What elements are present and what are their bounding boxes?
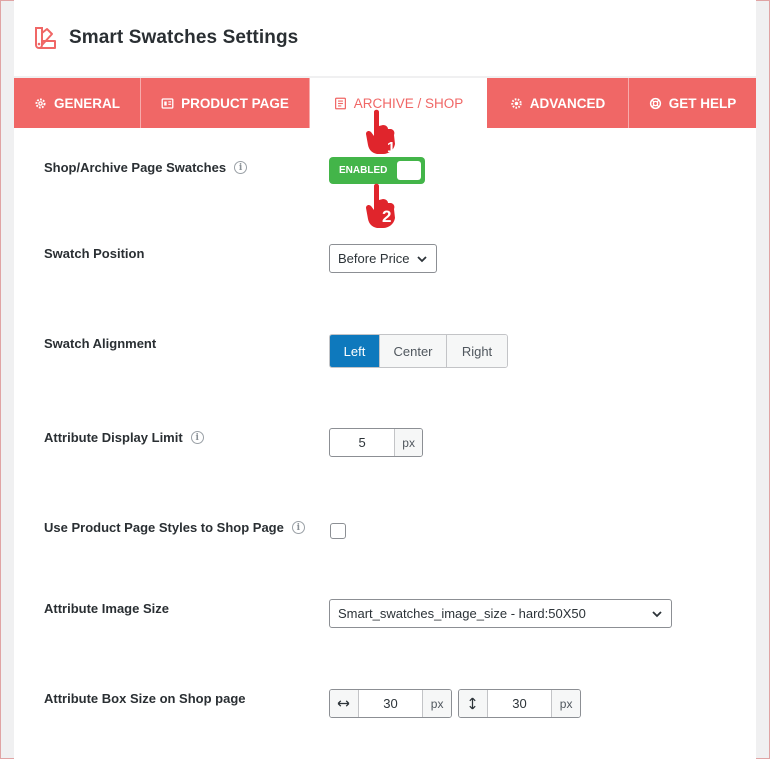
tab-get-help[interactable]: GET HELP xyxy=(629,78,756,128)
align-left-button[interactable]: Left xyxy=(330,335,380,367)
swatch-position-label: Swatch Position xyxy=(44,246,145,261)
swatch-alignment-label: Swatch Alignment xyxy=(44,336,157,351)
step-number-1: 1 xyxy=(387,139,395,156)
box-size-label: Attribute Box Size on Shop page xyxy=(44,691,246,706)
lifebuoy-icon xyxy=(649,97,661,109)
image-size-label: Attribute Image Size xyxy=(44,601,169,616)
box-width-field: 30 px xyxy=(329,689,452,718)
display-limit-input[interactable]: 5 xyxy=(330,429,394,456)
height-arrows-icon xyxy=(459,690,488,717)
toggle-knob xyxy=(397,161,421,180)
chevron-down-icon xyxy=(652,610,662,617)
display-limit-label: Attribute Display Limit i xyxy=(44,430,204,445)
swatch-palette-icon xyxy=(33,25,59,51)
tab-advanced[interactable]: ADVANCED xyxy=(487,78,629,128)
box-height-input[interactable]: 30 xyxy=(488,690,551,717)
use-product-styles-checkbox[interactable] xyxy=(330,523,346,539)
tab-label: GENERAL xyxy=(53,95,120,111)
step-number-2: 2 xyxy=(382,207,391,226)
unit-label: px xyxy=(551,690,580,717)
unit-label: px xyxy=(394,429,422,456)
align-right-button[interactable]: Right xyxy=(447,335,507,367)
align-center-button[interactable]: Center xyxy=(380,335,447,367)
shop-swatches-toggle[interactable]: ENABLED xyxy=(329,157,425,184)
shop-swatches-label: Shop/Archive Page Swatches i xyxy=(44,160,248,175)
width-arrows-icon xyxy=(330,690,359,717)
product-page-icon xyxy=(161,97,174,109)
pointer-hand-icon: 2 xyxy=(366,183,395,228)
tab-general[interactable]: GENERAL xyxy=(14,78,141,128)
info-icon[interactable]: i xyxy=(234,161,248,174)
swatch-position-select[interactable]: Before Price xyxy=(329,244,437,273)
info-icon[interactable]: i xyxy=(291,521,305,534)
box-height-field: 30 px xyxy=(458,689,581,718)
tab-label: PRODUCT PAGE xyxy=(181,95,289,111)
swatch-alignment-group: Left Center Right xyxy=(329,334,508,368)
info-icon[interactable]: i xyxy=(190,431,204,444)
image-size-select[interactable]: Smart_swatches_image_size - hard:50X50 xyxy=(329,599,672,628)
gears-icon xyxy=(511,97,522,109)
tab-product-page[interactable]: PRODUCT PAGE xyxy=(141,78,310,128)
tab-label: ADVANCED xyxy=(529,95,606,111)
pointer-hand-icon: 1 xyxy=(366,109,395,156)
unit-label: px xyxy=(422,690,451,717)
gear-icon xyxy=(35,97,46,109)
archive-icon xyxy=(334,97,346,109)
box-width-input[interactable]: 30 xyxy=(359,690,422,717)
page-header: Smart Swatches Settings xyxy=(14,0,756,76)
display-limit-field: 5 px xyxy=(329,428,423,457)
tab-label: GET HELP xyxy=(668,95,737,111)
use-product-styles-label: Use Product Page Styles to Shop Page i xyxy=(44,520,305,535)
page-title: Smart Swatches Settings xyxy=(69,27,299,48)
chevron-down-icon xyxy=(417,255,427,262)
